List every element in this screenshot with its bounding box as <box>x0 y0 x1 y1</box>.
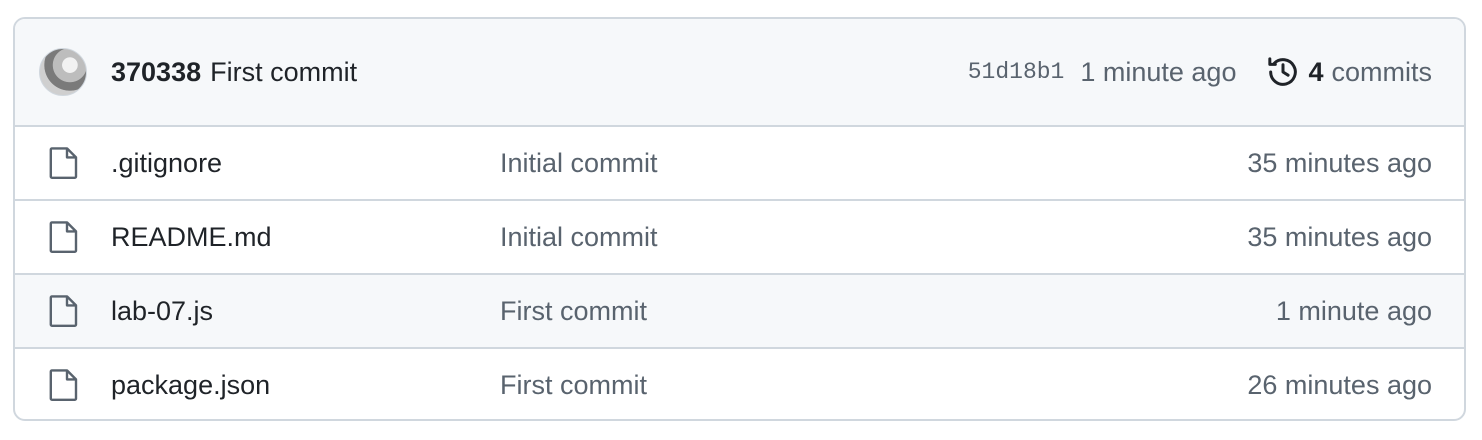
file-icon <box>49 295 78 327</box>
commit-time: 1 minute ago <box>1080 56 1237 87</box>
file-commit-message[interactable]: First commit <box>500 296 1276 327</box>
file-row[interactable]: .gitignore Initial commit 35 minutes ago <box>15 127 1464 201</box>
latest-commit-bar: 370338 First commit 51d18b1 1 minute ago… <box>15 19 1464 127</box>
file-commit-time: 35 minutes ago <box>1247 221 1432 252</box>
file-commit-time: 26 minutes ago <box>1247 369 1432 400</box>
file-name[interactable]: lab-07.js <box>111 296 500 327</box>
file-icon <box>49 369 78 401</box>
file-name[interactable]: package.json <box>111 370 500 401</box>
file-row[interactable]: README.md Initial commit 35 minutes ago <box>15 201 1464 275</box>
file-icon <box>49 221 78 253</box>
commit-sha[interactable]: 51d18b1 <box>968 59 1065 85</box>
file-name[interactable]: README.md <box>111 222 500 253</box>
file-commit-message[interactable]: Initial commit <box>500 222 1247 253</box>
file-row[interactable]: package.json First commit 26 minutes ago <box>15 349 1464 419</box>
file-row[interactable]: lab-07.js First commit 1 minute ago <box>15 275 1464 349</box>
commits-label: commits <box>1331 56 1433 87</box>
file-commit-time: 1 minute ago <box>1275 295 1432 326</box>
file-commit-time: 35 minutes ago <box>1247 147 1432 178</box>
history-icon <box>1268 57 1298 86</box>
file-name[interactable]: .gitignore <box>111 148 500 179</box>
commit-count: 4 <box>1308 56 1324 87</box>
file-browser: 370338 First commit 51d18b1 1 minute ago… <box>13 17 1466 421</box>
commit-message[interactable]: First commit <box>210 57 357 88</box>
commits-link[interactable]: 4 commits <box>1266 55 1432 89</box>
file-commit-message[interactable]: Initial commit <box>500 148 1247 179</box>
avatar[interactable] <box>39 48 87 96</box>
commit-author[interactable]: 370338 <box>111 57 201 88</box>
file-commit-message[interactable]: First commit <box>500 370 1247 401</box>
file-icon <box>49 147 78 179</box>
